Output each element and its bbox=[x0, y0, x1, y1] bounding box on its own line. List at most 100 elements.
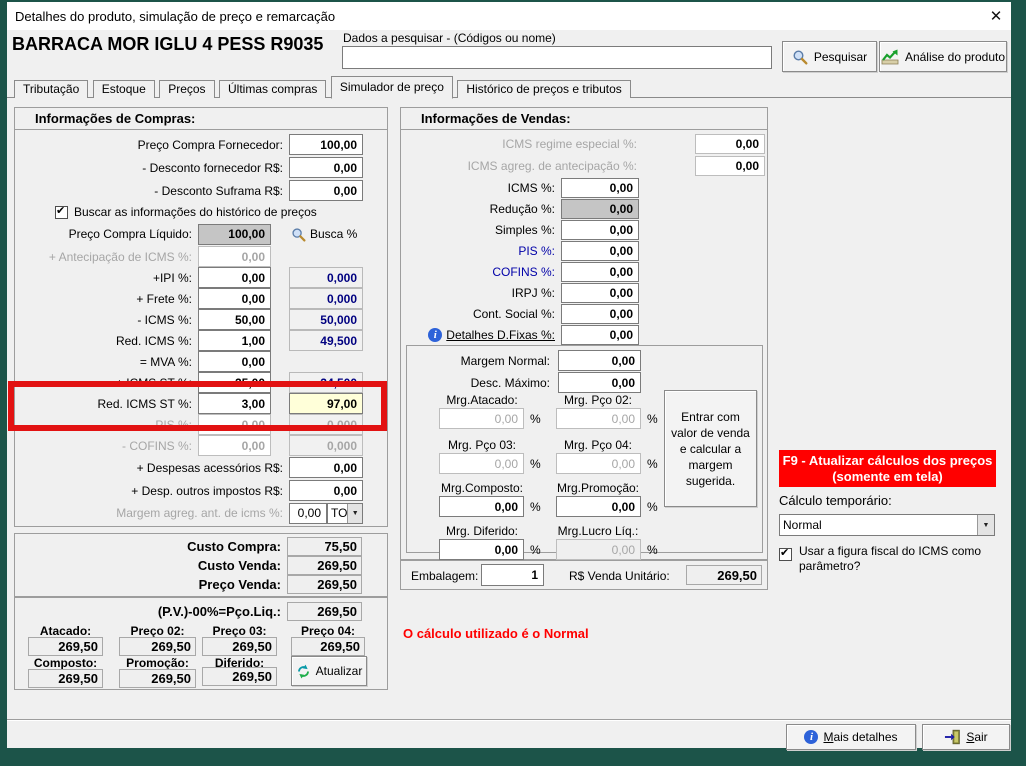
desconto-fornecedor-input[interactable]: 0,00 bbox=[289, 157, 363, 178]
margem-agreg-label: Margem agreg. ant. de icms %: bbox=[15, 506, 289, 520]
analise-label: Análise do produto bbox=[905, 50, 1005, 64]
chevron-down-icon: ▼ bbox=[977, 515, 994, 535]
tab-ultimas-compras[interactable]: Últimas compras bbox=[219, 80, 326, 98]
red-icms-st-input[interactable]: 3,00 bbox=[198, 393, 271, 414]
antecipacao-icms-input: 0,00 bbox=[198, 246, 271, 267]
margem-agreg-input[interactable]: 0,00 bbox=[289, 503, 327, 524]
desconto-fornecedor-label: - Desconto fornecedor R$: bbox=[15, 161, 289, 175]
row-despesas-acessorios: + Despesas acessórios R$: 0,00 bbox=[15, 456, 387, 479]
icms-regime-especial-label: ICMS regime especial %: bbox=[401, 137, 695, 151]
row-reducao: Redução %: 0,00 bbox=[401, 198, 767, 219]
embalagem-input[interactable]: 1 bbox=[481, 564, 544, 586]
vendas-cofins-input[interactable]: 0,00 bbox=[561, 262, 639, 282]
simples-label: Simples %: bbox=[401, 223, 561, 237]
tab-precos[interactable]: Preços bbox=[159, 80, 214, 98]
f9-atualizar-banner[interactable]: F9 - Atualizar cálculos dos preços (some… bbox=[779, 450, 996, 487]
window-title: Detalhes do produto, simulação de preço … bbox=[7, 9, 981, 24]
row-icms-st: + ICMS ST %: 25,00 24,500 bbox=[15, 372, 387, 393]
preco03-header: Preço 03: bbox=[202, 624, 277, 638]
tab-tributacao[interactable]: Tributação bbox=[14, 80, 88, 98]
cont-social-input[interactable]: 0,00 bbox=[561, 304, 639, 324]
antecipacao-icms-label: + Antecipação de ICMS %: bbox=[15, 250, 198, 264]
row-desconto-fornecedor: - Desconto fornecedor R$: 0,00 bbox=[15, 156, 387, 179]
row-icms-agreg-antecipacao: ICMS agreg. de antecipação %: 0,00 bbox=[401, 155, 767, 177]
percent-sign: % bbox=[647, 457, 658, 471]
frete-input[interactable]: 0,00 bbox=[198, 288, 271, 309]
calculo-temporario-dropdown[interactable]: Normal ▼ bbox=[779, 514, 995, 536]
ipi-calc-field: 0,000 bbox=[289, 267, 363, 288]
refresh-icon bbox=[296, 664, 311, 679]
despesas-acessorios-input[interactable]: 0,00 bbox=[289, 457, 363, 478]
mrg-composto-label: Mrg.Composto: bbox=[441, 481, 523, 495]
row-detalhes-dfixas: i Detalhes D.Fixas %: 0,00 bbox=[401, 324, 767, 345]
desc-maximo-input[interactable]: 0,00 bbox=[558, 372, 641, 393]
mrg-pco03-input: 0,00 bbox=[439, 453, 524, 474]
detalhes-dfixas-link[interactable]: Detalhes D.Fixas %: bbox=[446, 328, 555, 342]
mrg-promocao-input[interactable]: 0,00 bbox=[556, 496, 641, 517]
ipi-label: +IPI %: bbox=[15, 271, 198, 285]
pis-input: 0,00 bbox=[198, 414, 271, 435]
search-icon bbox=[792, 49, 808, 65]
row-historico-checkbox: Buscar as informações do histórico de pr… bbox=[15, 202, 387, 222]
margem-agreg-uf-value: TO bbox=[328, 506, 347, 520]
figura-fiscal-checkbox[interactable] bbox=[779, 548, 792, 561]
cont-social-label: Cont. Social %: bbox=[401, 307, 561, 321]
tab-historico[interactable]: Histórico de preços e tributos bbox=[457, 80, 630, 98]
sair-button[interactable]: Sair bbox=[922, 724, 1010, 750]
row-antecipacao-icms: + Antecipação de ICMS %: 0,00 bbox=[15, 246, 387, 267]
mva-input[interactable]: 0,00 bbox=[198, 351, 271, 372]
mais-detalhes-label: Mais detalhes bbox=[823, 730, 897, 744]
irpj-label: IRPJ %: bbox=[401, 286, 561, 300]
pesquisar-button[interactable]: Pesquisar bbox=[782, 41, 877, 72]
analise-produto-button[interactable]: Análise do produto bbox=[879, 41, 1007, 72]
icms-input[interactable]: 50,00 bbox=[198, 309, 271, 330]
vendas-pis-input[interactable]: 0,00 bbox=[561, 241, 639, 261]
historico-checkbox[interactable] bbox=[55, 206, 68, 219]
detalhes-dfixas-input[interactable]: 0,00 bbox=[561, 325, 639, 345]
pis-label: - PIS %: bbox=[15, 418, 198, 432]
promocao-field: 269,50 bbox=[119, 669, 196, 688]
custo-venda-label: Custo Venda: bbox=[198, 558, 281, 573]
preco02-header: Preço 02: bbox=[119, 624, 196, 638]
ipi-input[interactable]: 0,00 bbox=[198, 267, 271, 288]
desp-outros-impostos-input[interactable]: 0,00 bbox=[289, 480, 363, 501]
close-icon[interactable]: ✕ bbox=[981, 7, 1011, 25]
vendas-icms-label: ICMS %: bbox=[401, 181, 561, 195]
red-icms-st-label: Red. ICMS ST %: bbox=[15, 397, 198, 411]
pcf-input[interactable]: 100,00 bbox=[289, 134, 363, 155]
mrg-lucro-liq-label: Mrg.Lucro Líq.: bbox=[558, 524, 639, 538]
preco04-field: 269,50 bbox=[291, 637, 365, 656]
busca-pct-label: Busca % bbox=[310, 227, 357, 241]
margem-agreg-uf-dropdown[interactable]: TO ▼ bbox=[327, 503, 363, 524]
percent-sign: % bbox=[530, 412, 541, 426]
entrar-valor-venda-button[interactable]: Entrar com valor de venda e calcular a m… bbox=[664, 390, 757, 507]
desc-maximo-label: Desc. Máximo: bbox=[471, 376, 550, 390]
busca-pct-link[interactable]: Busca % bbox=[271, 227, 363, 242]
product-name: BARRACA MOR IGLU 4 PESS R9035 bbox=[12, 34, 323, 55]
irpj-input[interactable]: 0,00 bbox=[561, 283, 639, 303]
tab-estoque[interactable]: Estoque bbox=[93, 80, 155, 98]
desconto-suframa-input[interactable]: 0,00 bbox=[289, 180, 363, 201]
pv-liq-label: (P.V.)-00%=Pço.Liq.: bbox=[158, 604, 281, 619]
mrg-diferido-input[interactable]: 0,00 bbox=[439, 539, 524, 560]
atualizar-button[interactable]: Atualizar bbox=[291, 656, 367, 686]
mrg-composto-input[interactable]: 0,00 bbox=[439, 496, 524, 517]
reducao-field: 0,00 bbox=[561, 199, 639, 219]
search-input[interactable] bbox=[342, 46, 772, 69]
row-desp-outros-impostos: + Desp. outros impostos R$: 0,00 bbox=[15, 479, 387, 502]
vendas-groupbox: Informações de Vendas: ICMS regime espec… bbox=[400, 107, 768, 560]
detalhes-dfixas-label-wrap: i Detalhes D.Fixas %: bbox=[401, 328, 561, 342]
margem-normal-input[interactable]: 0,00 bbox=[558, 350, 641, 371]
mais-detalhes-button[interactable]: i Mais detalhes bbox=[786, 724, 916, 750]
icms-st-input[interactable]: 25,00 bbox=[198, 372, 271, 393]
cofins-label: - COFINS %: bbox=[15, 439, 198, 453]
simples-input[interactable]: 0,00 bbox=[561, 220, 639, 240]
mrg-diferido-label: Mrg. Diferido: bbox=[446, 524, 518, 538]
dialog-window: Detalhes do produto, simulação de preço … bbox=[7, 2, 1011, 748]
tab-simulador-de-preco[interactable]: Simulador de preço bbox=[331, 76, 453, 99]
percent-sign: % bbox=[530, 543, 541, 557]
vendas-icms-input[interactable]: 0,00 bbox=[561, 178, 639, 198]
custos-box: Custo Compra: 75,50 Custo Venda: 269,50 … bbox=[14, 533, 388, 597]
icms-st-calc-field: 24,500 bbox=[289, 372, 363, 393]
red-icms-input[interactable]: 1,00 bbox=[198, 330, 271, 351]
